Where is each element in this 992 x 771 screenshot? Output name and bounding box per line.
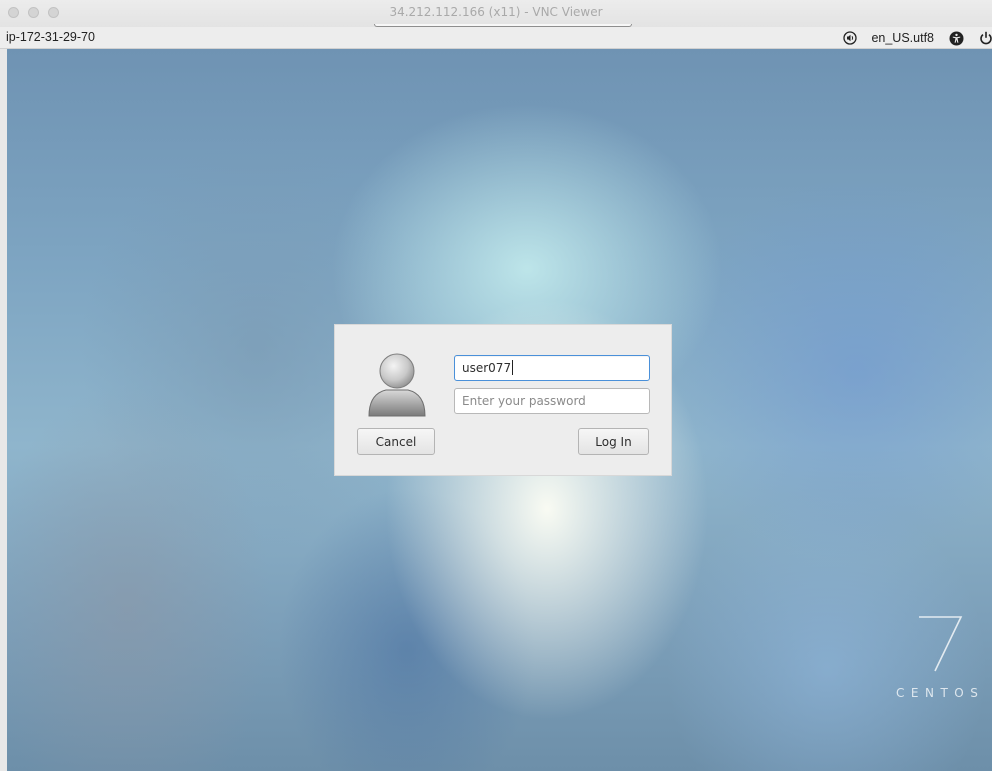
centos-wordmark: CENTOS (896, 686, 985, 700)
cancel-button[interactable]: Cancel (357, 428, 435, 455)
hostname-label: ip-172-31-29-70 (6, 30, 95, 44)
system-tray: en_US.utf8 (842, 27, 992, 49)
cancel-button-label: Cancel (375, 434, 417, 449)
login-dialog: Cancel Log In (334, 324, 672, 476)
log-in-button[interactable]: Log In (578, 428, 649, 455)
username-input[interactable] (454, 355, 650, 381)
vnc-window-titlebar: 34.212.112.166 (x11) - VNC Viewer (0, 0, 992, 27)
user-avatar-icon (368, 353, 426, 417)
locale-indicator[interactable]: en_US.utf8 (871, 31, 934, 45)
gnome-top-bar: ip-172-31-29-70 en_US.utf8 (0, 27, 992, 49)
log-in-button-label: Log In (595, 434, 632, 449)
password-input[interactable] (454, 388, 650, 414)
text-caret (512, 360, 514, 375)
power-icon[interactable] (978, 30, 992, 46)
centos-seven-logo (919, 616, 963, 672)
volume-icon[interactable] (842, 30, 858, 46)
window-title: 34.212.112.166 (x11) - VNC Viewer (389, 5, 603, 19)
accessibility-icon[interactable] (948, 30, 964, 46)
